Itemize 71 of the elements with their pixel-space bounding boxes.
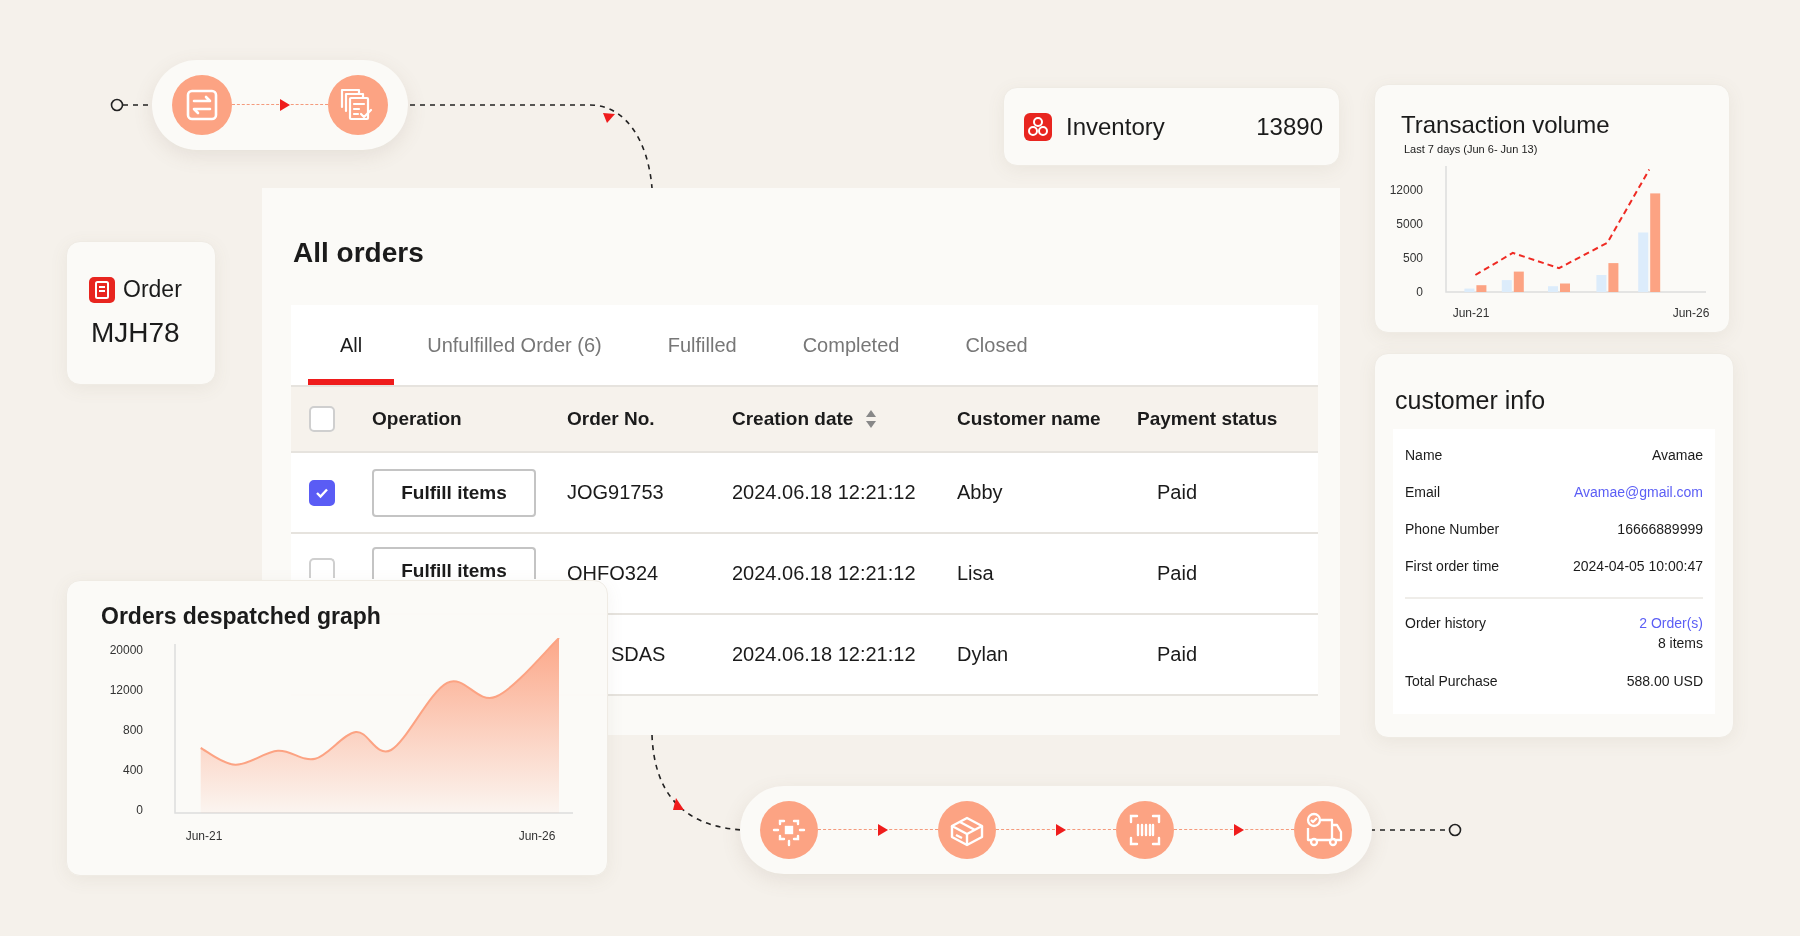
column-header: Payment status: [1137, 408, 1278, 430]
filter-tab[interactable]: Fulfilled: [667, 305, 770, 385]
table-cell: Abby: [957, 481, 1003, 504]
tick-label: 800: [122, 723, 143, 737]
fulfill-button[interactable]: Fulfill items: [372, 547, 536, 579]
tick-label: 400: [122, 763, 143, 777]
tick-label: Jun-26: [518, 829, 556, 843]
field-label: Order history: [1405, 615, 1486, 631]
tick-label: Jun-26: [1672, 306, 1710, 320]
table-cell: 2024.06.18 12:21:12: [732, 562, 916, 585]
card-title: Orders despatched graph: [101, 603, 382, 630]
field-label: First order time: [1405, 558, 1500, 574]
filter-tab[interactable]: Closed: [965, 305, 1061, 385]
field-value: Avamae: [1651, 447, 1703, 463]
column-header: Customer name: [957, 408, 1101, 430]
tick-label: 12000: [1389, 183, 1423, 197]
table-cell: JOG91753: [567, 481, 664, 504]
tick-label: Jun-21: [185, 829, 223, 843]
field-label: Total Purchase: [1405, 673, 1498, 689]
field-label: Name: [1405, 447, 1443, 463]
table-cell-text: SDAS: [610, 643, 666, 666]
tick-label: 20000: [109, 643, 143, 657]
card-title: Transaction volume: [1401, 111, 1611, 139]
column-header: Operation: [372, 408, 462, 430]
filter-tab[interactable]: Completed: [802, 305, 933, 385]
table-cell: 2024.06.18 12:21:12: [732, 643, 916, 666]
tick-label: 5000: [1396, 217, 1423, 231]
field-label: Phone Number: [1405, 521, 1500, 537]
tick-label: 0: [1416, 285, 1423, 299]
table-cell: OHFO324: [567, 562, 659, 585]
table-cell: Lisa: [957, 562, 994, 585]
panel-title: All orders: [293, 236, 424, 270]
order-number: MJH78: [90, 317, 181, 349]
column-header: Order No.: [567, 408, 655, 430]
order-label: Order: [123, 276, 182, 303]
bar: [1548, 286, 1558, 292]
checkbox[interactable]: [309, 479, 335, 506]
table-cell: Dylan: [957, 643, 1009, 666]
field-note: 8 items: [1657, 635, 1703, 651]
field-value: 2024-04-05 10:00:47: [1573, 558, 1703, 574]
sort-icon[interactable]: [865, 409, 878, 429]
field-value: 588.00 USD: [1626, 673, 1703, 689]
truck-check-icon: [1294, 801, 1352, 859]
tick-label: 0: [136, 803, 143, 817]
filter-tab[interactable]: All: [308, 305, 395, 385]
field-value: 16666889999: [1617, 521, 1703, 537]
table-cell: Paid: [1157, 481, 1198, 504]
card-title: customer info: [1395, 386, 1547, 415]
swap-arrows-icon: [172, 75, 232, 135]
box-icon: [938, 801, 996, 859]
inventory-count: 13890: [1256, 112, 1323, 141]
orders-link[interactable]: 2 Order(s): [1639, 615, 1703, 631]
document-icon: [89, 276, 115, 303]
filter-tab[interactable]: Unfulfilled Order (6): [427, 305, 635, 385]
fulfill-button[interactable]: Fulfill items: [372, 468, 536, 517]
field-label: Email: [1405, 484, 1440, 500]
tick-label: 500: [1402, 251, 1423, 265]
table-cell: Paid: [1157, 643, 1198, 666]
barcode-scan-icon: [1116, 801, 1174, 859]
column-header: Creation date: [732, 408, 854, 430]
table-cell: Paid: [1157, 562, 1198, 585]
tick-label: 12000: [109, 683, 143, 697]
email-link[interactable]: Avamae@gmail.com: [1573, 484, 1703, 500]
documents-check-icon: [328, 75, 388, 135]
boxes-icon: [1024, 112, 1052, 141]
tick-label: Jun-21: [1452, 306, 1490, 320]
card-subtitle: Last 7 days (Jun 6- Jun 13): [1404, 143, 1539, 155]
bar: [1560, 283, 1570, 292]
table-cell: 2024.06.18 12:21:12: [732, 481, 916, 504]
focus-frame-icon: [760, 801, 818, 859]
inventory-label: Inventory: [1066, 112, 1165, 141]
